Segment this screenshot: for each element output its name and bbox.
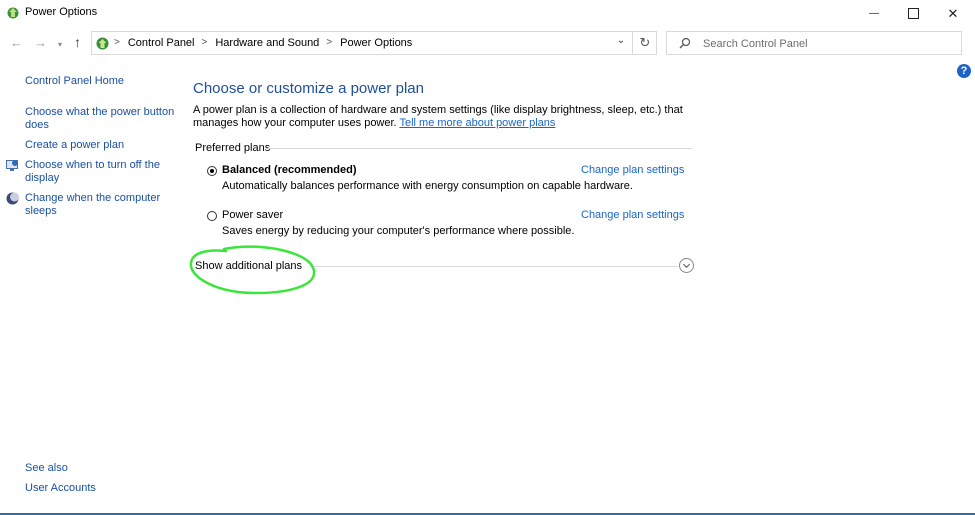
intro-text: A power plan is a collection of hardware… [193,104,713,130]
breadcrumb: > Control Panel > Hardware and Sound > P… [114,37,412,49]
breadcrumb-control-panel[interactable]: Control Panel [128,37,195,49]
power-options-window: Power Options — ✕ ← → ▾ ↑ > Control Pane… [0,0,975,515]
show-additional-plans-label[interactable]: Show additional plans [195,260,302,272]
user-accounts-link[interactable]: User Accounts [25,482,175,495]
power-saver-plan-name[interactable]: Power saver [222,209,283,221]
additional-plans-divider [310,266,678,267]
power-saver-change-settings-link[interactable]: Change plan settings [581,209,684,221]
minimize-icon: — [869,8,879,19]
forward-button[interactable]: → [34,35,47,50]
balanced-plan-radio[interactable] [207,166,217,176]
maximize-button[interactable] [892,0,934,27]
breadcrumb-power-options[interactable]: Power Options [340,37,412,49]
recent-locations-button[interactable]: ▾ [58,40,62,49]
back-button[interactable]: ← [10,35,23,50]
display-shield-icon [6,160,18,171]
minimize-button[interactable]: — [853,0,895,27]
help-icon[interactable]: ? [957,64,971,78]
search-input[interactable] [701,35,955,53]
sidebar-item-create-plan[interactable]: Create a power plan [25,139,175,152]
see-also-label: See also [25,462,68,474]
power-saver-plan-description: Saves energy by reducing your computer's… [222,225,575,237]
breadcrumb-separator: > [114,37,120,48]
expand-chevron-icon[interactable] [679,258,694,273]
up-button[interactable]: ↑ [74,34,81,50]
address-bar[interactable]: > Control Panel > Hardware and Sound > P… [91,31,657,55]
balanced-plan-name[interactable]: Balanced (recommended) [222,164,356,176]
breadcrumb-separator: > [326,37,333,48]
power-options-app-icon [7,7,19,19]
maximize-icon [907,8,919,19]
breadcrumb-hardware-and-sound[interactable]: Hardware and Sound [215,37,319,49]
search-box[interactable] [666,31,962,55]
sidebar-item-control-panel-home[interactable]: Control Panel Home [25,75,175,88]
search-icon [679,37,691,49]
sidebar-item-turn-off-display[interactable]: Choose when to turn off the display [25,159,175,185]
refresh-button[interactable]: ↻ [632,32,657,54]
page-title: Choose or customize a power plan [193,80,424,97]
sidebar-item-power-button[interactable]: Choose what the power button does [25,106,175,132]
balanced-change-settings-link[interactable]: Change plan settings [581,164,684,176]
sidebar-item-computer-sleeps[interactable]: Change when the computer sleeps [25,192,175,218]
power-saver-plan-radio[interactable] [207,211,217,221]
balanced-plan-description: Automatically balances performance with … [222,180,633,192]
group-divider [268,148,692,149]
sleep-moon-icon [6,192,19,205]
address-dropdown-button[interactable]: ⌄ [612,35,630,51]
breadcrumb-separator: > [201,37,208,48]
window-title: Power Options [25,6,98,18]
preferred-plans-label: Preferred plans [195,142,271,154]
learn-more-link[interactable]: Tell me more about power plans [399,117,555,129]
control-panel-icon [96,37,109,50]
close-button[interactable]: ✕ [932,0,974,27]
close-icon: ✕ [947,5,959,21]
title-bar: Power Options — ✕ [0,0,975,27]
